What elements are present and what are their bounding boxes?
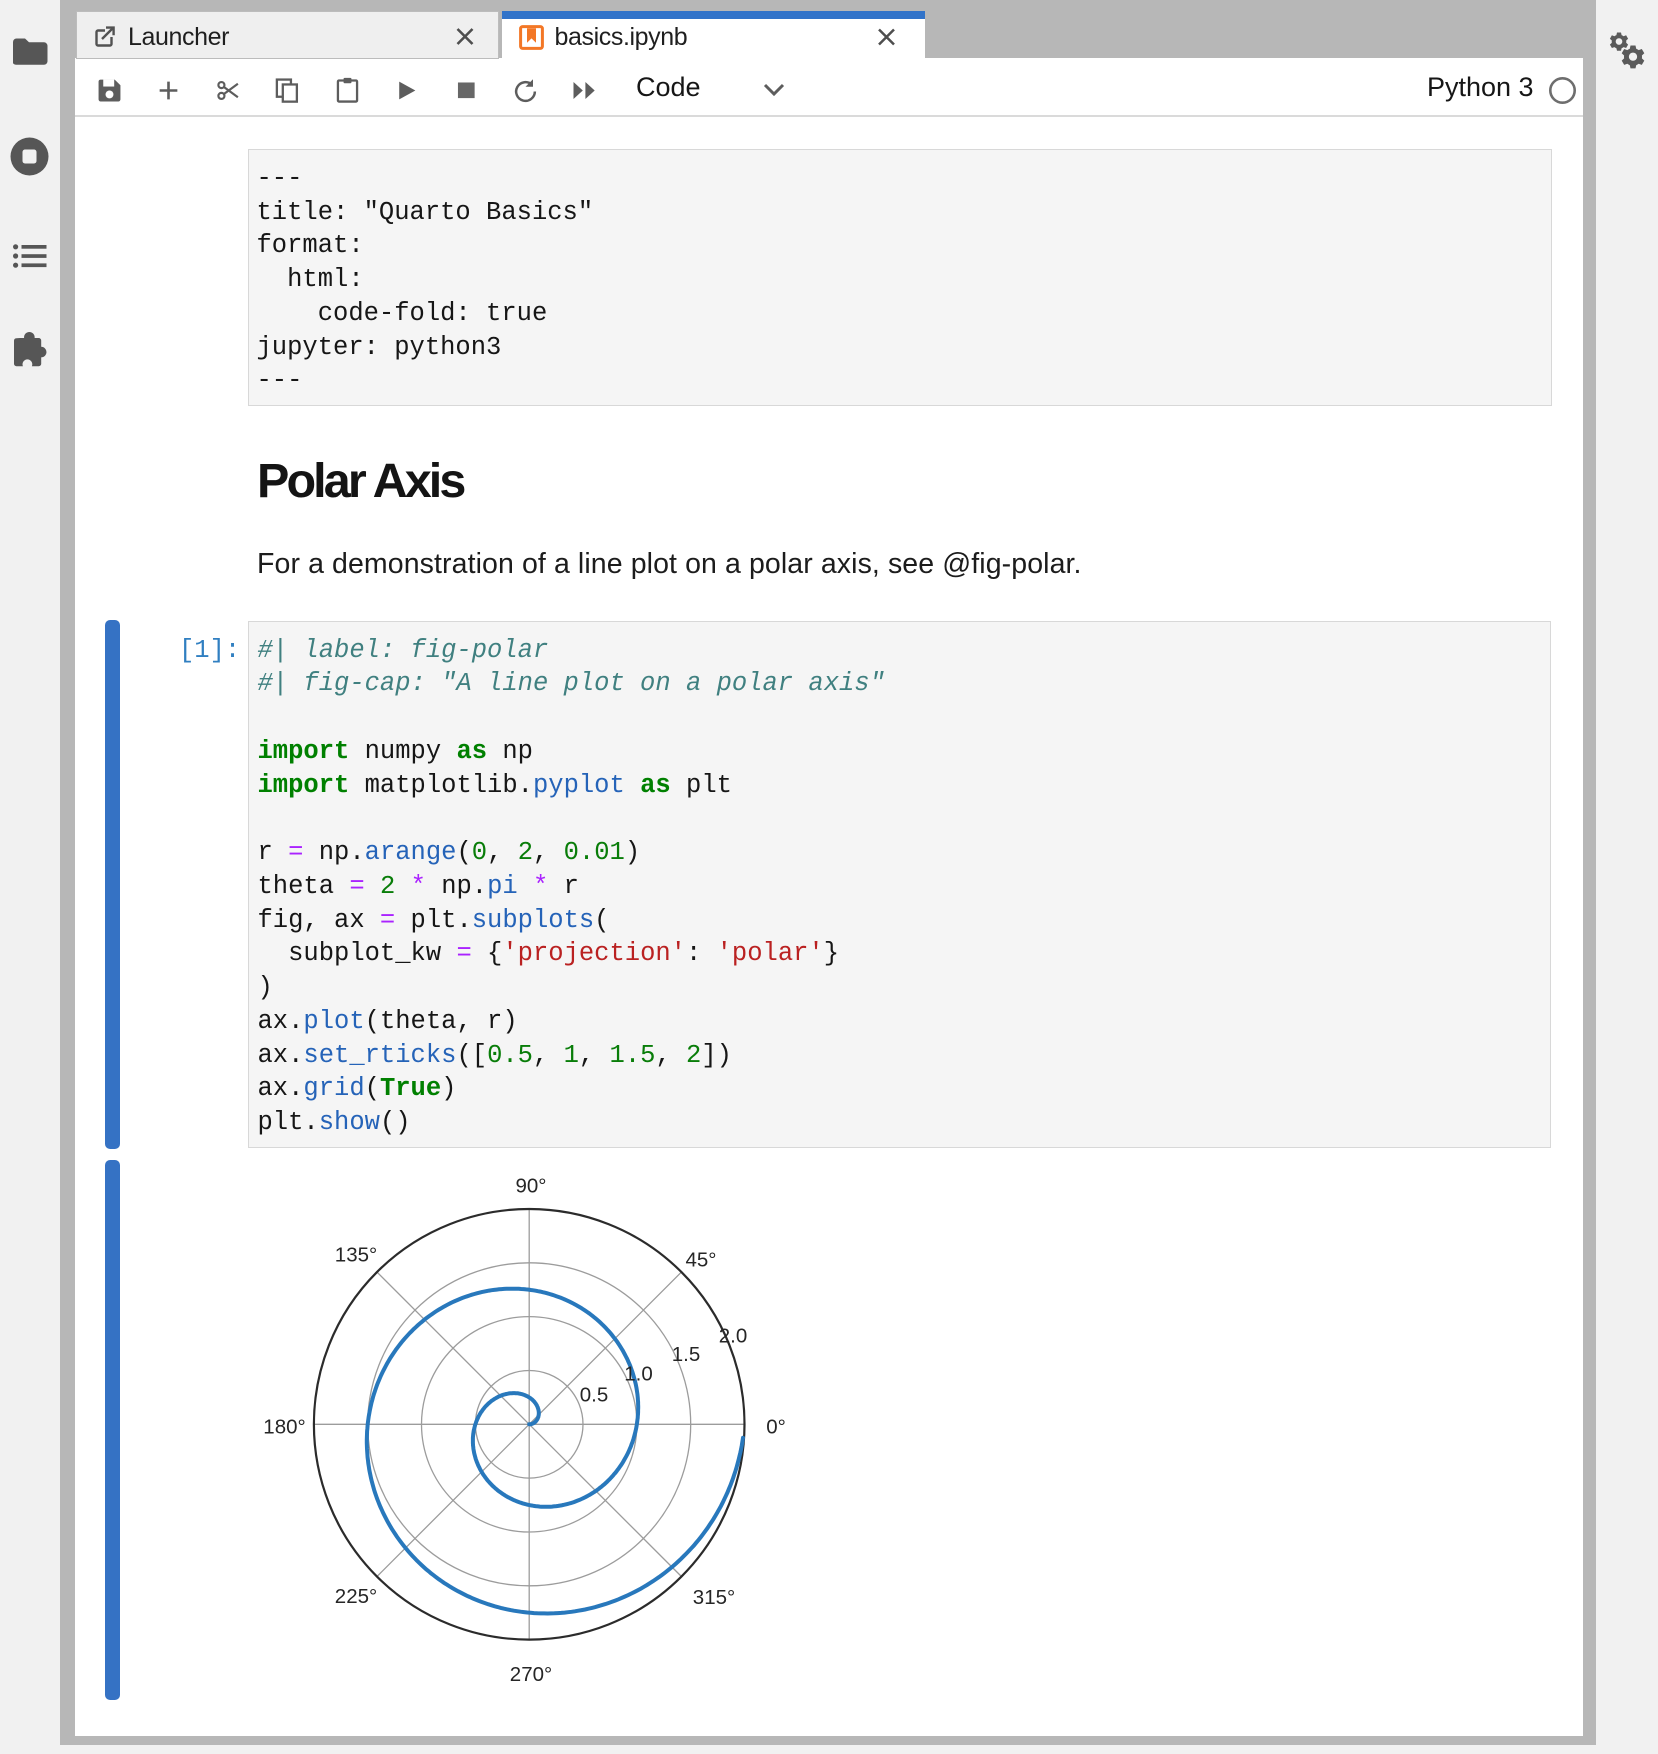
svg-text:1.5: 1.5 <box>672 1343 701 1366</box>
svg-text:225°: 225° <box>335 1585 377 1608</box>
svg-text:315°: 315° <box>693 1586 735 1609</box>
svg-text:135°: 135° <box>335 1244 377 1267</box>
svg-text:1.0: 1.0 <box>624 1363 653 1386</box>
svg-text:2.0: 2.0 <box>719 1325 748 1348</box>
svg-text:270°: 270° <box>510 1663 552 1686</box>
svg-text:0.5: 0.5 <box>580 1384 609 1407</box>
svg-text:45°: 45° <box>685 1249 716 1272</box>
svg-text:90°: 90° <box>515 1175 546 1198</box>
svg-text:180°: 180° <box>263 1415 305 1438</box>
svg-text:0°: 0° <box>766 1416 786 1439</box>
